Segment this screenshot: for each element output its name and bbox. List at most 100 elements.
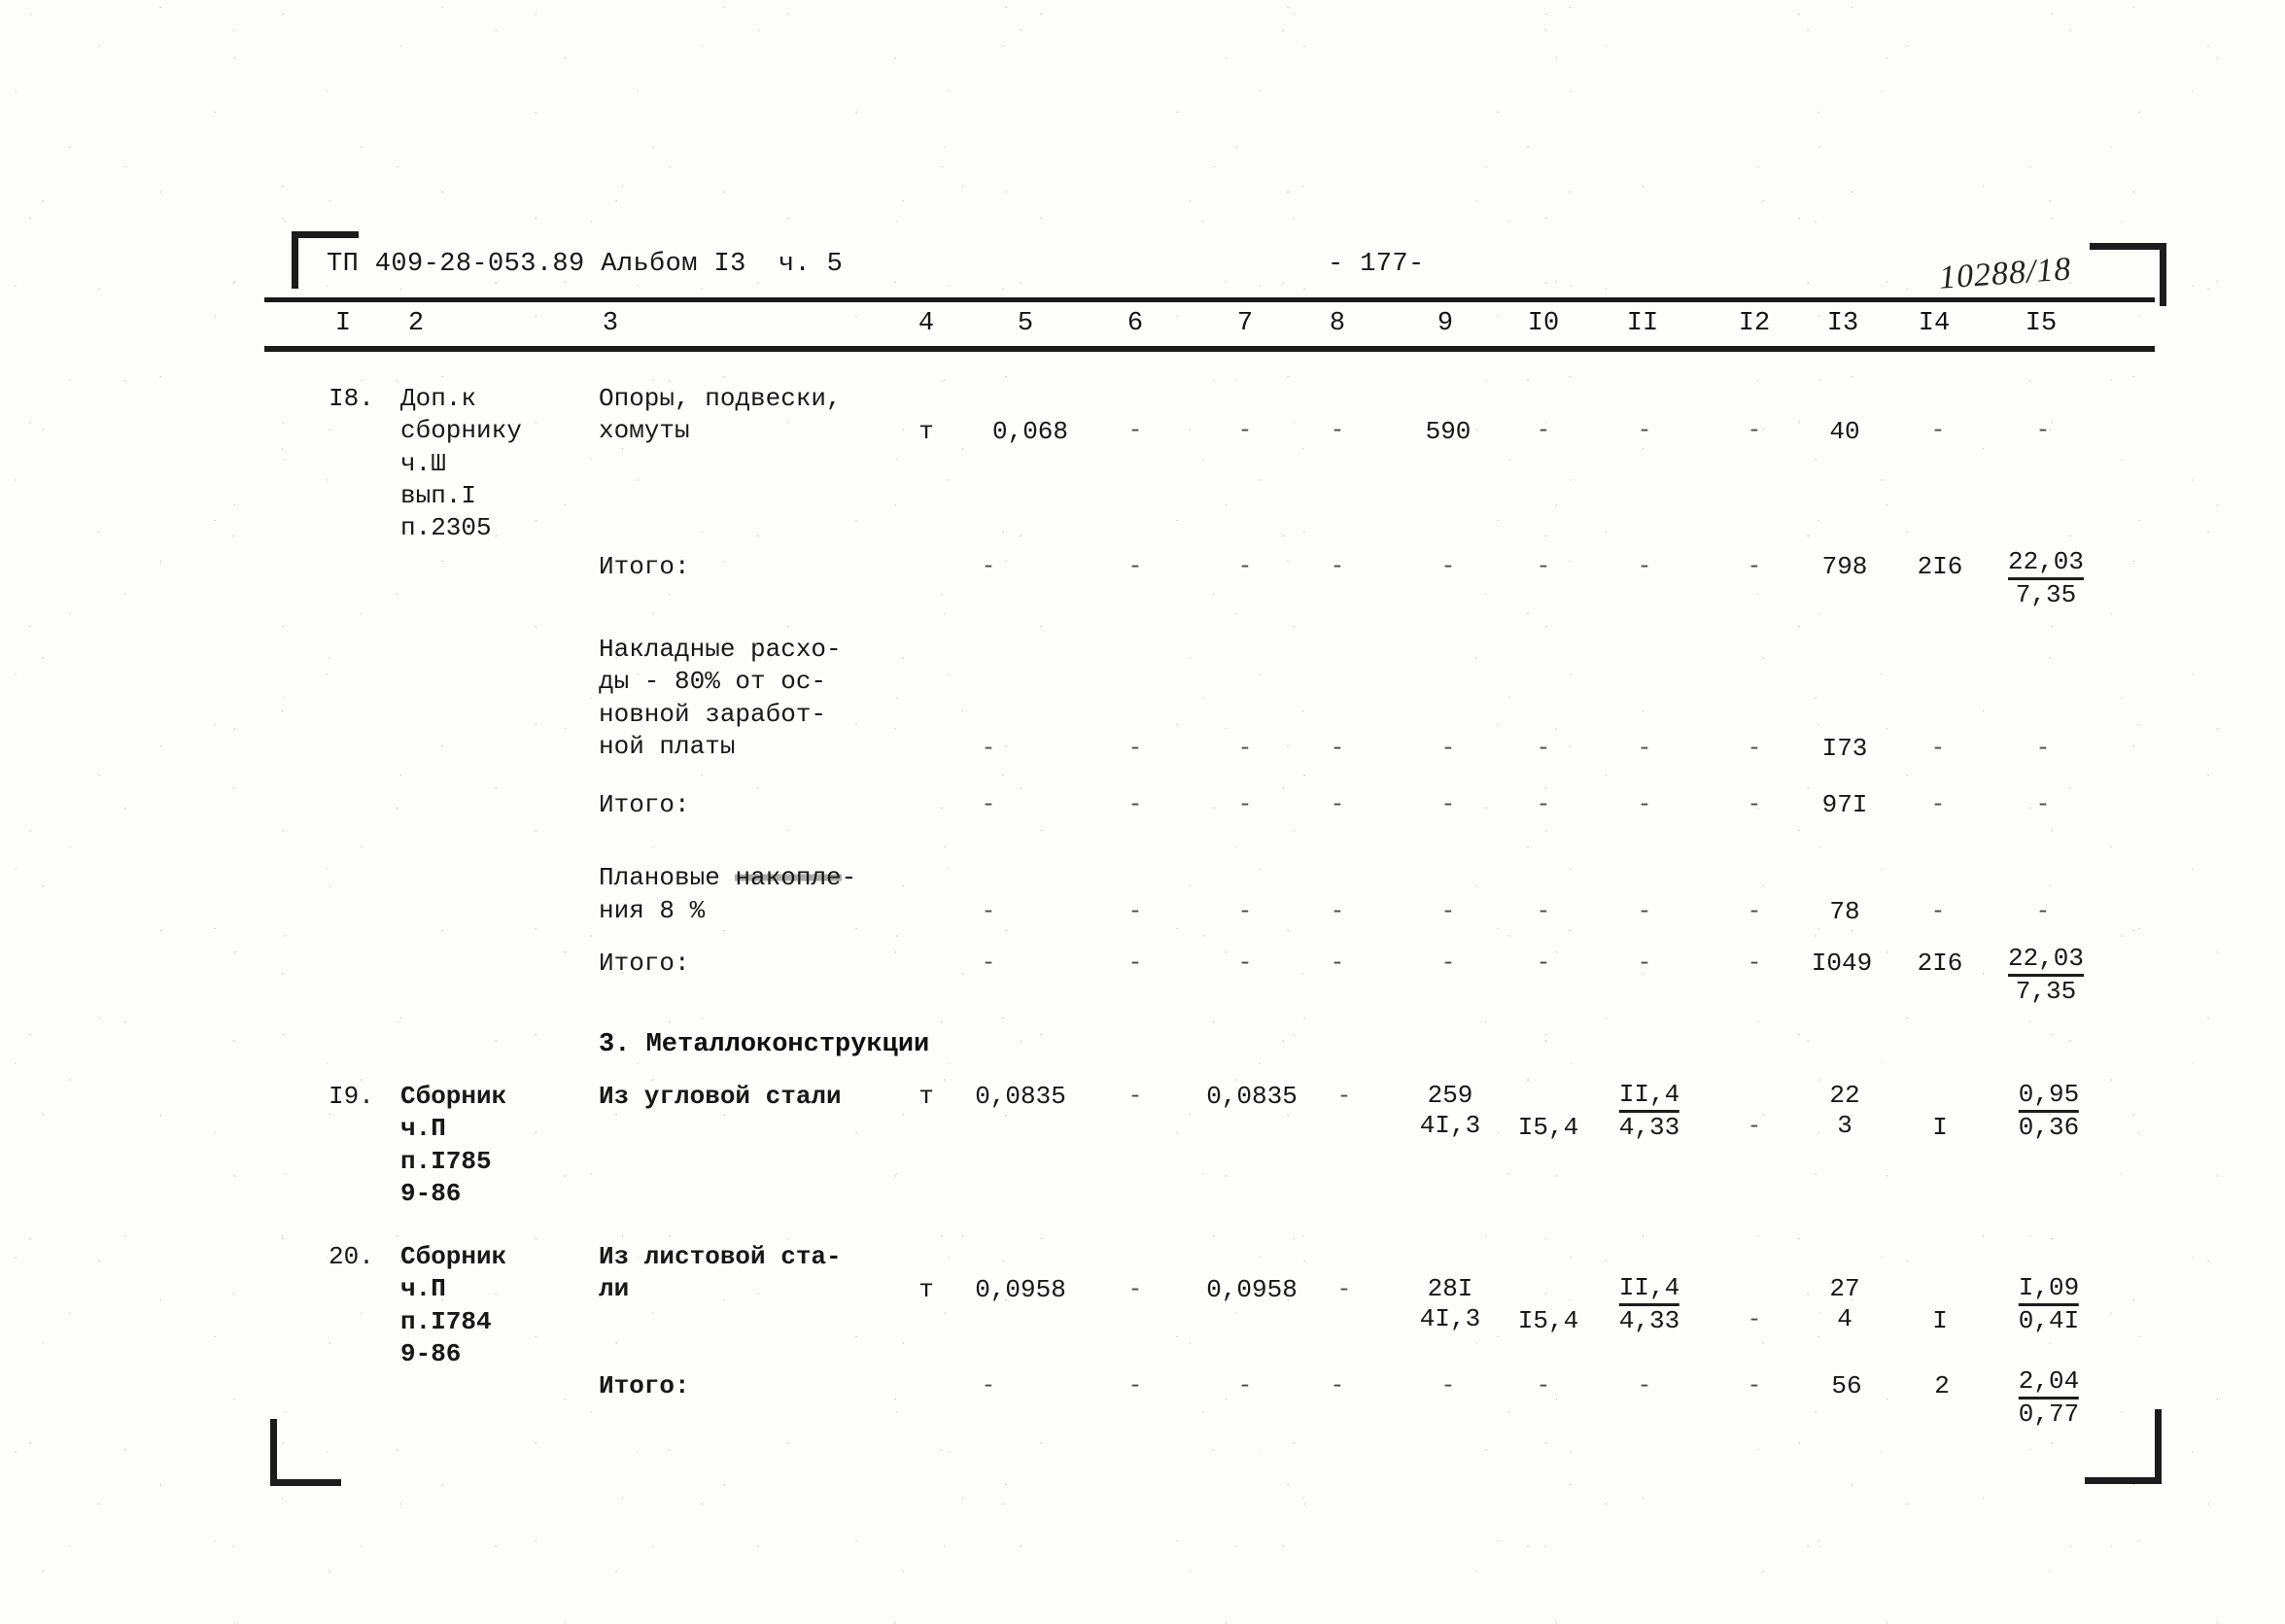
cell-col12: - [1747,950,1762,977]
profit-label-part-2: накопле [735,863,842,892]
cell-col7: 0,0835 [1206,1082,1298,1111]
fraction-denominator: 0,77 [2018,1399,2080,1429]
stack-lower: 4I,3 [1419,1303,1481,1333]
cell-col14: - [1930,792,1946,818]
row-label-total: Итого: [599,949,690,978]
column-header-3: 3 [602,309,619,338]
cell-col11-fraction: II,4 4,33 [1618,1274,1680,1334]
cell-col12: - [1747,736,1762,762]
fraction-denominator: 7,35 [2015,976,2077,1006]
column-header-7: 7 [1236,309,1254,338]
cell-col10: - [1536,792,1551,818]
column-header-5: 5 [1017,309,1034,338]
cell-col12: - [1747,554,1762,580]
cell-col10: - [1536,950,1551,977]
cell-col5: - [981,950,996,977]
fraction-numerator: 0,95 [2018,1080,2080,1109]
column-header-8: 8 [1329,309,1346,338]
cell-col14: I [1932,1113,1948,1142]
cell-col13: 56 [1831,1371,1862,1400]
document-code-header: ТП 409-28-053.89 Альбом I3 ч. 5 [327,250,844,279]
column-header-13: I3 [1826,309,1859,338]
fraction-numerator: II,4 [1618,1080,1680,1109]
cell-col10: I5,4 [1517,1113,1579,1142]
cell-col11: - [1637,899,1652,925]
cell-col9: - [1440,554,1456,580]
cell-col13-stack: 22 3 [1829,1081,1859,1140]
cell-col7: - [1237,899,1253,925]
cell-col7: - [1237,418,1253,444]
cell-col7: 0,0958 [1206,1275,1298,1304]
cell-col12: - [1747,1307,1762,1333]
profit-label-part-1: Плановые [599,863,736,892]
column-header-9: 9 [1437,309,1454,338]
cell-col6: - [1127,554,1143,580]
cell-col8: - [1330,418,1345,444]
cell-col15-fraction: 22,03 7,35 [2007,944,2085,1006]
cell-col5: - [981,1373,996,1399]
cell-col11: - [1637,792,1652,818]
cell-col14: 2 [1934,1371,1950,1400]
stack-lower: 4 [1837,1303,1852,1333]
cell-col15: - [2035,418,2051,444]
profit-label-part-3: - [841,863,857,892]
cell-col14: - [1930,418,1946,444]
cell-col12: - [1747,899,1762,925]
stack-upper: 27 [1829,1274,1860,1303]
cell-col7: - [1237,950,1253,977]
row-description: Из листовой ста- ли [599,1242,842,1304]
cell-col8: - [1330,736,1345,762]
cell-col12: - [1747,1114,1762,1140]
cell-col10: - [1536,899,1551,925]
cell-col6: - [1127,736,1143,762]
cell-col11: - [1637,1373,1652,1399]
cell-col11-fraction: II,4 4,33 [1618,1080,1680,1141]
cell-col13: 97I [1821,790,1868,819]
cell-col7: - [1237,736,1253,762]
cell-col4-unit: т [918,1082,934,1111]
cell-col13: 78 [1829,897,1860,926]
cell-col6: - [1127,1373,1143,1399]
cell-col9: - [1440,950,1456,977]
cell-col10: I5,4 [1517,1306,1579,1335]
cell-col9: - [1440,792,1456,818]
cell-col7: - [1237,792,1253,818]
column-number-header-row: I 2 3 4 5 6 7 8 9 I0 II I2 I3 I4 I5 [0,309,2285,346]
cell-col5: - [981,792,996,818]
column-header-2: 2 [407,309,425,338]
fraction-numerator: 22,03 [2007,944,2085,973]
frame-corner-bottom-right [2085,1409,2162,1484]
cell-col6: - [1127,950,1143,977]
stack-lower: 4I,3 [1419,1110,1481,1140]
row-label-total: Итого: [599,552,690,581]
cell-col9: 590 [1425,417,1471,446]
cell-col12: - [1747,792,1762,818]
cell-col9: - [1440,736,1456,762]
cell-col11: - [1637,950,1652,977]
cell-col13: I73 [1821,734,1868,763]
column-header-1: I [334,309,352,338]
cell-col8: - [1330,792,1345,818]
cell-col15: - [2035,792,2051,818]
cell-col10: - [1536,736,1551,762]
cell-col12: - [1747,418,1762,444]
cell-col13-stack: 27 4 [1829,1274,1859,1333]
cell-col13: I049 [1811,949,1873,978]
cell-col13: 798 [1821,552,1868,581]
row-number: 20. [329,1242,374,1271]
cell-col6: - [1127,418,1143,444]
row-label-final-total: Итого: [599,1371,690,1400]
cell-col15-fraction: 2,04 0,77 [2018,1367,2080,1429]
cell-col8: - [1336,1084,1352,1110]
cell-col15: - [2035,899,2051,925]
cell-col12: - [1747,1373,1762,1399]
frame-corner-bottom-left [270,1419,341,1486]
row-label-profit: Плановые накопле- [599,862,856,894]
cell-col14: 2I6 [1917,552,1963,581]
cell-col14: I [1932,1306,1948,1335]
fraction-denominator: 0,36 [2018,1112,2080,1142]
cell-col15-fraction: 0,95 0,36 [2018,1080,2080,1142]
cell-col9: - [1440,1373,1456,1399]
row-label-overhead: Накладные расхо- ды - 80% от ос- новной … [599,635,842,761]
stack-lower: 3 [1837,1110,1852,1140]
